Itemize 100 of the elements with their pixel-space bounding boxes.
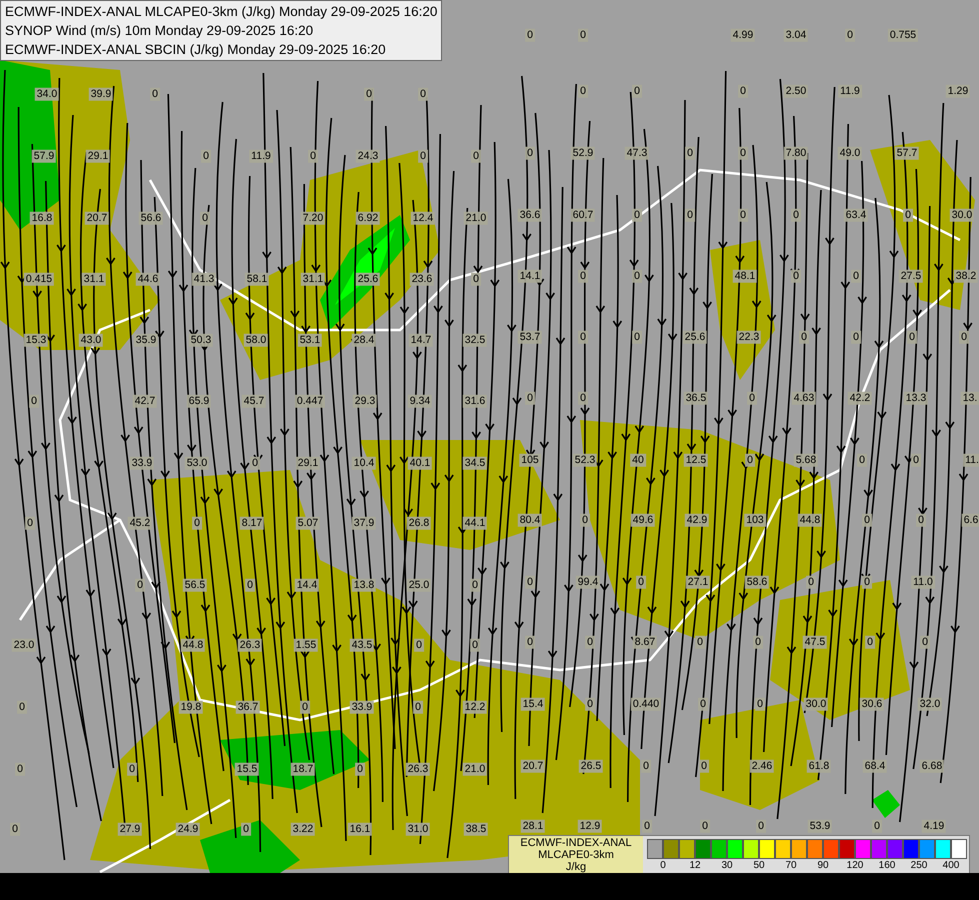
cape-value: 40.1 [408,456,432,470]
cape-value: 103 [744,514,766,526]
legend-title: MLCAPE0-3km [538,849,614,861]
cape-value: 0 [471,272,481,286]
cape-value: 56.5 [182,578,208,592]
legend-tick-label: 50 [752,859,766,873]
cape-value: 53.0 [184,456,210,470]
cape-value: 12.4 [410,212,436,224]
cape-value: 65.9 [186,394,212,408]
cape-value: 0 [578,330,588,344]
cape-value: 99.4 [576,576,600,588]
cape-value: 47.5 [802,636,828,648]
cape-value: 21.0 [464,212,488,224]
cape-value: 0 [241,822,251,836]
cape-value: 0 [200,212,210,224]
cape-value: 0 [300,700,310,714]
legend-tick-label: 12 [688,859,702,873]
cape-value: 0 [308,150,318,162]
cape-value: 42.7 [132,394,158,408]
cape-value: 12.9 [578,820,602,832]
cape-value: 2.50 [784,84,808,98]
legend-tick-label: 160 [878,859,896,873]
legend-tick-label: 250 [910,859,928,873]
cape-value: 0 [903,208,913,222]
cape-value: 0 [865,636,875,648]
cape-value: 0 [738,146,748,160]
cape-value: 0 [10,822,20,836]
cape-value: 52.9 [570,146,596,160]
cape-value: 34.5 [462,456,488,470]
cape-value: 0 [857,454,867,466]
cape-value: 3.22 [290,822,316,836]
cape-value: 13. [960,392,979,404]
cape-value: 0 [525,576,535,588]
cape-value: 21.0 [462,762,488,776]
cape-value: 0 [755,698,765,710]
legend-tick-label: 0 [659,859,667,873]
cape-value: 30.0 [804,698,828,710]
cape-value: 0 [791,270,801,282]
cape-value: 7.20 [300,212,326,224]
cape-value: 0 [525,392,535,404]
cape-value: 57.9 [32,150,56,162]
cape-value: 0 [685,146,695,160]
cape-value: 40 [630,454,646,466]
cape-value: 4.99 [730,28,756,42]
cape-value: 25.6 [356,272,380,286]
cape-value: 28.1 [520,820,546,832]
cape-value: 0 [17,700,27,714]
cape-shaded-area [872,790,900,818]
cape-value: 29.1 [296,456,320,470]
cape-value: 0 [698,698,708,710]
cape-value: 6.68 [920,760,944,772]
cape-value: 25.0 [406,578,432,592]
cape-value: 53.9 [808,820,832,832]
cape-value: 80.4 [518,514,542,526]
cape-value: 0 [632,270,642,282]
cape-value: 0 [907,330,917,344]
cape-value: 15.5 [234,762,260,776]
cape-value: 0 [578,270,588,282]
cape-value: 0.755 [888,28,918,42]
cape-value: 0 [641,760,651,772]
cape-value: 0 [872,820,882,832]
cape-value: 36.5 [684,392,708,404]
cape-value: 0.415 [24,272,54,286]
cape-value: 38.5 [464,822,488,836]
cape-value: 9.34 [408,394,432,408]
cape-value: 42.9 [684,514,710,526]
cape-value: 68.4 [862,760,888,772]
cape-value: 0 [192,516,202,530]
cape-value: 44.6 [136,272,160,286]
cape-value: 0 [862,514,872,526]
cape-value: 1.29 [946,84,970,98]
cape-value: 0 [413,700,423,714]
cape-value: 0 [580,514,590,526]
cape-value: 105 [519,454,541,466]
cape-value: 0 [632,330,642,344]
cape-value: 26.8 [406,516,432,530]
legend-title: ECMWF-INDEX-ANAL [520,837,632,849]
cape-value: 0 [470,578,480,592]
cape-value: 14.4 [294,578,320,592]
legend-tick-label: 400 [942,859,960,873]
cape-value: 0 [578,392,588,404]
cape-value: 43.5 [350,638,374,652]
cape-value: 8.67 [632,636,658,648]
cape-value: 29.3 [352,394,378,408]
cape-value: 31.0 [406,822,430,836]
cape-value: 58.0 [244,334,268,346]
cape-value: 0 [15,762,25,776]
cape-value: 24.3 [356,150,380,162]
cape-value: 4.19 [922,820,946,832]
cape-value: 0 [250,456,260,470]
cape-value: 32.5 [462,334,488,346]
cape-value: 0 [414,638,424,652]
cape-value: 0 [806,576,816,588]
cape-value: 0 [632,84,642,98]
cape-value: 0 [636,576,646,588]
cape-value: 2.46 [750,760,774,772]
cape-value: 23.0 [12,638,36,652]
cape-value: 0 [585,636,595,648]
cape-value: 0 [862,576,872,588]
cape-value: 0 [738,84,748,98]
